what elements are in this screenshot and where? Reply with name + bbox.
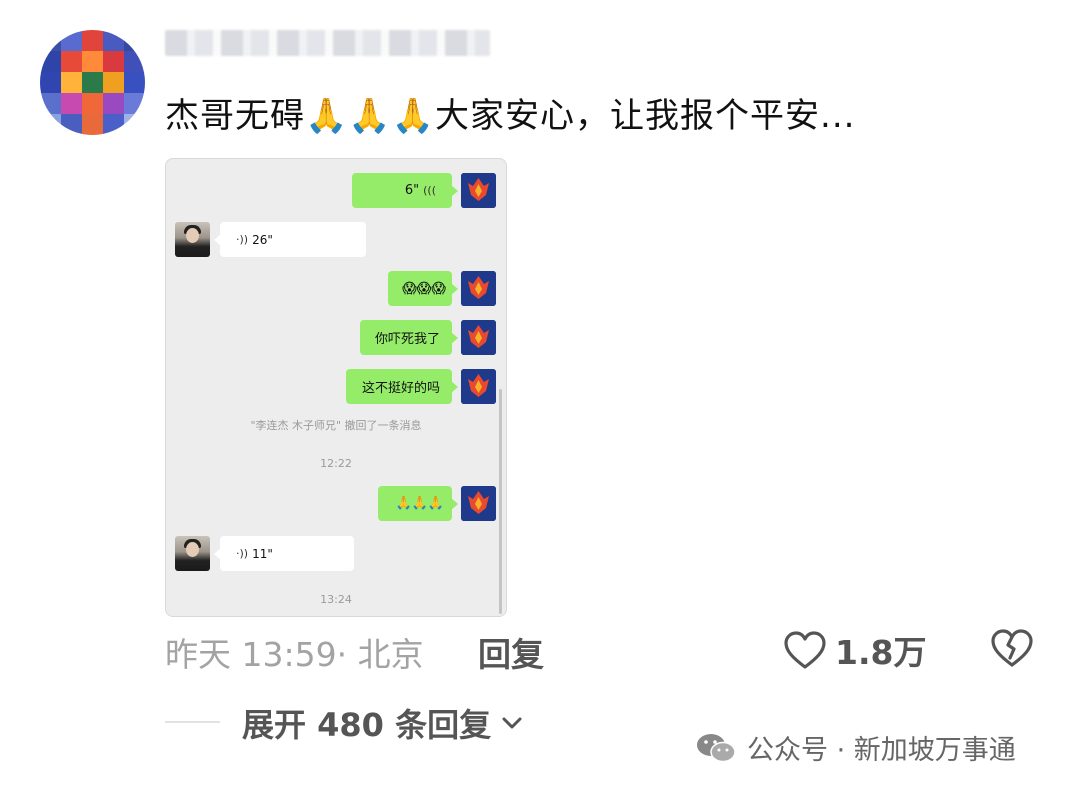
sender-avatar bbox=[175, 222, 210, 257]
comment-time-location: 昨天 13:59· 北京 bbox=[165, 635, 424, 674]
other-voice-message-1: ·)) 26" bbox=[214, 222, 366, 257]
voice-wave-icon: ·)) bbox=[236, 547, 249, 560]
username-blurred[interactable] bbox=[165, 30, 490, 56]
comment-text-tail: 大家安心，让我报个平安... bbox=[435, 96, 856, 136]
reply-button[interactable]: 回复 bbox=[478, 628, 544, 676]
comment-text: 杰哥无碍🙏🙏🙏大家安心，让我报个平安... bbox=[165, 88, 855, 144]
voice-duration: 6" bbox=[404, 183, 420, 198]
my-voice-message-1: 6" ((( bbox=[352, 173, 458, 208]
expand-replies-label: 展开 480 条回复 bbox=[242, 706, 492, 744]
my-message-pray: 🙏🙏🙏 bbox=[378, 486, 458, 521]
chat-screenshot-image[interactable]: 6" ((( ·)) 26" 😱😱😱 你吓死我了 这不挺好的吗 "李连杰 木子师… bbox=[165, 158, 507, 617]
expand-replies-button[interactable]: 展开 480 条回复 bbox=[242, 700, 523, 746]
voice-wave-icon: ·)) bbox=[236, 233, 249, 246]
heart-icon bbox=[784, 631, 826, 669]
my-avatar bbox=[461, 173, 496, 208]
pray-emoji-1: 🙏 bbox=[305, 96, 349, 136]
replies-divider bbox=[165, 721, 220, 723]
commenter-avatar[interactable] bbox=[40, 30, 145, 135]
my-message-2: 你吓死我了 bbox=[360, 320, 458, 355]
broken-heart-icon bbox=[991, 629, 1033, 667]
other-voice-message-2: ·)) 11" bbox=[214, 536, 354, 571]
pray-emoji-3: 🙏 bbox=[391, 96, 436, 136]
sender-avatar bbox=[175, 536, 210, 571]
like-button[interactable]: 1.8万 bbox=[783, 626, 926, 674]
dislike-button[interactable] bbox=[990, 628, 1034, 672]
chat-timestamp-2: 13:24 bbox=[320, 593, 352, 606]
comment-text-lead: 杰哥无碍 bbox=[165, 96, 305, 136]
pray-emoji-2: 🙏 bbox=[348, 96, 392, 136]
voice-duration: 26" bbox=[252, 232, 273, 247]
my-avatar bbox=[461, 320, 496, 355]
recall-notice: "李连杰 木子师兄" 撤回了一条消息 bbox=[250, 419, 422, 432]
my-message-3: 这不挺好的吗 bbox=[346, 369, 458, 404]
my-avatar bbox=[461, 369, 496, 404]
watermark: 公众号 · 新加坡万事通 bbox=[695, 728, 1016, 767]
voice-wave-icon: ((( bbox=[423, 184, 436, 197]
my-avatar bbox=[461, 271, 496, 306]
my-message-scream: 😱😱😱 bbox=[388, 271, 458, 306]
chevron-down-icon bbox=[502, 717, 522, 729]
my-avatar bbox=[461, 486, 496, 521]
like-count: 1.8万 bbox=[835, 633, 927, 672]
chat-timestamp-1: 12:22 bbox=[320, 457, 352, 470]
watermark-text: 公众号 · 新加坡万事通 bbox=[747, 735, 1016, 766]
wechat-icon bbox=[697, 733, 736, 762]
voice-duration: 11" bbox=[252, 546, 273, 561]
